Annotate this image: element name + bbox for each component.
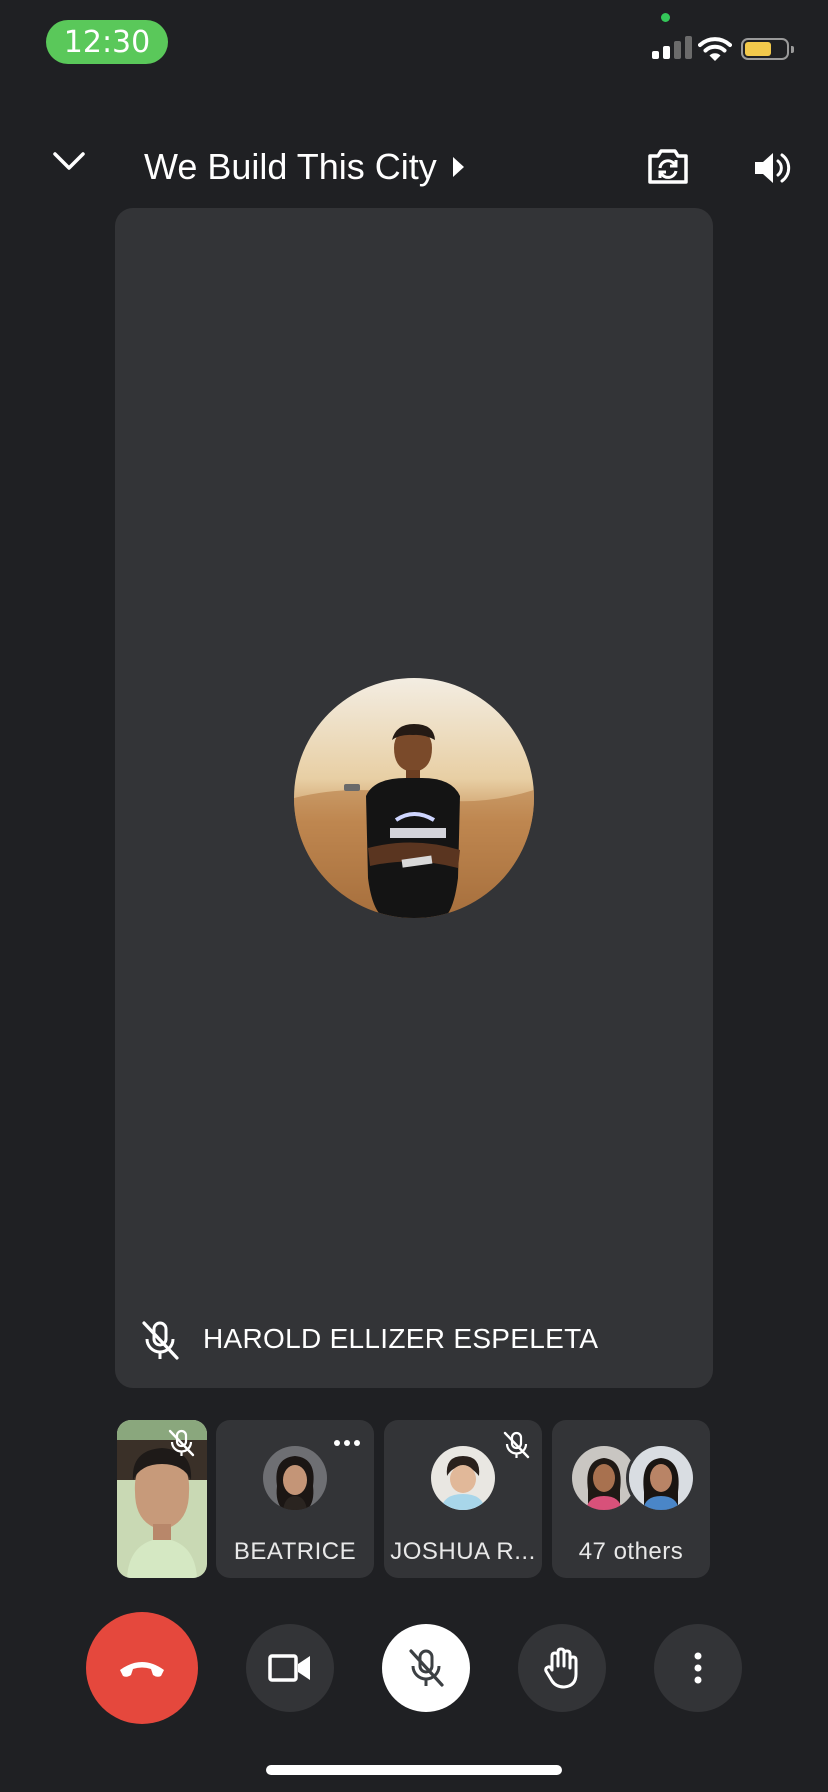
mic-off-icon — [409, 1649, 444, 1687]
avatar — [263, 1446, 327, 1510]
video-camera-icon — [268, 1654, 310, 1682]
wifi-icon — [698, 37, 732, 61]
title-caret-icon — [452, 157, 464, 177]
participant-name: JOSHUA R... — [390, 1538, 536, 1565]
hand-icon — [544, 1647, 578, 1689]
home-indicator[interactable] — [266, 1765, 562, 1775]
main-participant-avatar — [294, 678, 534, 918]
microphone-button[interactable] — [382, 1624, 470, 1712]
participant-tile-beatrice[interactable]: BEATRICE — [216, 1420, 374, 1578]
more-dots-icon[interactable] — [334, 1440, 360, 1446]
camera-button[interactable] — [246, 1624, 334, 1712]
mic-off-icon — [168, 1429, 195, 1457]
raise-hand-button[interactable] — [518, 1624, 606, 1712]
participant-name: BEATRICE — [233, 1538, 357, 1565]
switch-camera-icon[interactable] — [646, 146, 690, 186]
meeting-title-text: We Build This City — [144, 146, 437, 187]
avatar — [431, 1446, 495, 1510]
meeting-title[interactable]: We Build This City — [144, 146, 464, 188]
camera-indicator-dot — [661, 13, 670, 22]
avatar — [626, 1443, 696, 1513]
more-options-button[interactable] — [654, 1624, 742, 1712]
mic-off-icon — [503, 1431, 530, 1459]
hang-up-icon — [120, 1662, 164, 1677]
speaker-icon[interactable] — [752, 148, 792, 188]
cellular-signal-icon — [652, 36, 692, 59]
participant-count: 47 others — [578, 1538, 684, 1565]
end-call-button[interactable] — [86, 1612, 198, 1724]
self-view-tile[interactable] — [117, 1420, 207, 1578]
collapse-chevron-icon[interactable] — [52, 150, 86, 172]
main-participant-tile[interactable]: HAROLD ELLIZER ESPELETA — [115, 208, 713, 1388]
battery-icon — [741, 38, 794, 60]
meet-call-screen: 12:30 We Build This City HAROLD ELLIZER … — [0, 0, 828, 1792]
participant-tile-others[interactable]: 47 others — [552, 1420, 710, 1578]
main-participant-name: HAROLD ELLIZER ESPELETA — [203, 1323, 599, 1354]
participant-tile-joshua[interactable]: JOSHUA R... — [384, 1420, 542, 1578]
status-time: 12:30 — [46, 20, 168, 64]
more-vertical-icon — [694, 1652, 702, 1684]
mic-off-icon — [142, 1321, 179, 1360]
